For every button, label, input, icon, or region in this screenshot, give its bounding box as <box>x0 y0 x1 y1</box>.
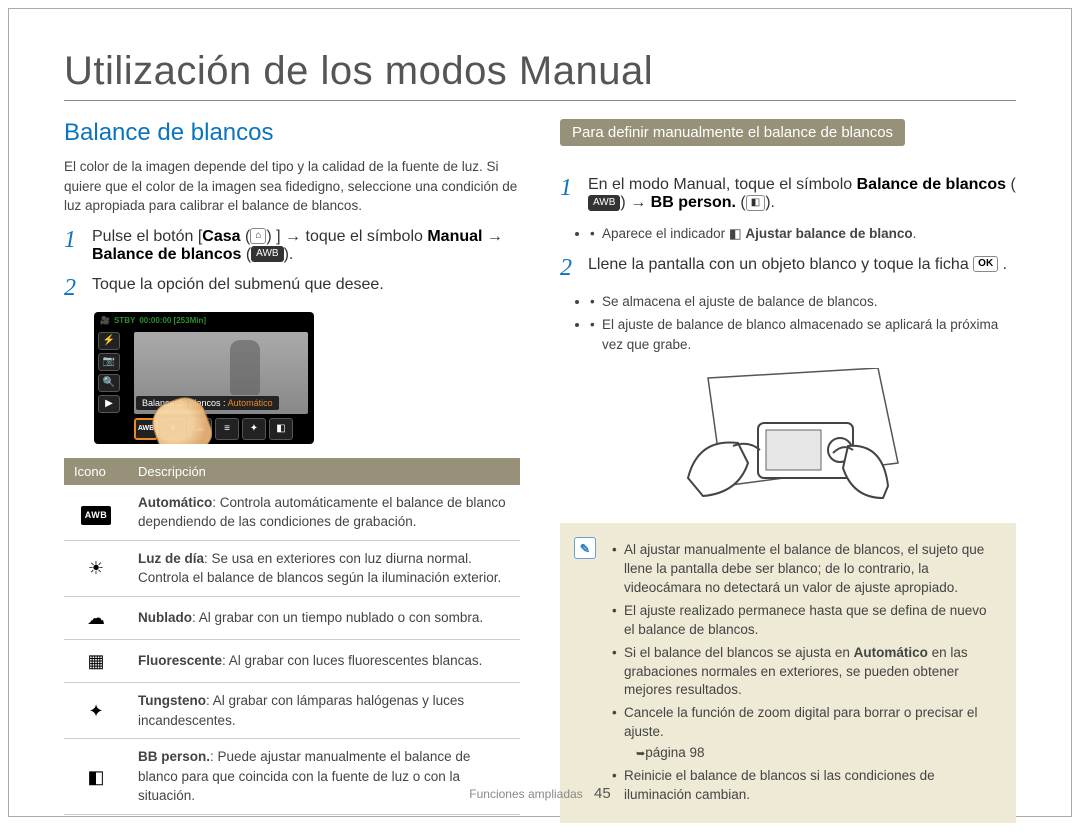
step-number: 1 <box>64 228 82 264</box>
table-row: AWB Automático: Controla automáticamente… <box>64 485 520 541</box>
substep-list: Aparece el indicador ◧ Ajustar balance d… <box>590 224 1016 244</box>
awb-icon: AWB <box>588 195 620 211</box>
lcd-screenshot: 🎥 STBY 00:00:00 [253Min] ⚡ 📷 🔍 ▶ Balance… <box>94 312 314 444</box>
table-row: ▦ Fluorescente: Al grabar con luces fluo… <box>64 640 520 683</box>
lcd-left-toolbar: ⚡ 📷 🔍 ▶ <box>98 332 120 413</box>
custom-wb-icon: ◧ <box>746 195 765 211</box>
intro-paragraph: El color de la imagen depende del tipo y… <box>64 157 520 216</box>
table-row: ☀ Luz de día: Se usa en exteriores con l… <box>64 540 520 596</box>
right-column: Para definir manualmente el balance de b… <box>560 119 1016 823</box>
tungsten-option-icon: ✦ <box>242 418 266 440</box>
manual-page: Utilización de los modos Manual Balance … <box>8 8 1072 817</box>
right-step-1: 1 En el modo Manual, toque el símbolo Ba… <box>560 176 1016 212</box>
tungsten-icon: ✦ <box>64 683 128 739</box>
stby-label: STBY <box>114 316 135 325</box>
custom-wb-icon: ◧ <box>729 226 746 241</box>
silhouette-icon <box>230 340 260 395</box>
page-title: Utilización de los modos Manual <box>64 49 1016 101</box>
cloudy-icon: ☁ <box>64 596 128 639</box>
page-number: 45 <box>594 785 611 802</box>
custom-wb-icon: ◧ <box>64 739 128 815</box>
icon-description-table: Icono Descripción AWB Automático: Contro… <box>64 458 520 815</box>
camera-icon: 📷 <box>98 353 120 371</box>
flash-icon: ⚡ <box>98 332 120 350</box>
subsection-pill: Para definir manualmente el balance de b… <box>560 119 905 146</box>
page-reference: página 98 <box>624 744 998 763</box>
footer-section-label: Funciones ampliadas <box>469 787 582 801</box>
substep: Se almacena el ajuste de balance de blan… <box>590 292 1016 312</box>
lcd-status-bar: 🎥 STBY 00:00:00 [253Min] <box>94 312 314 329</box>
step-body: En el modo Manual, toque el símbolo Bala… <box>588 176 1016 212</box>
note-item: El ajuste realizado permanece hasta que … <box>612 602 998 640</box>
fluorescent-option-icon: ≡ <box>215 418 239 440</box>
step-1: 1 Pulse el botón [Casa (⌂) ] → toque el … <box>64 228 520 264</box>
zoom-icon: 🔍 <box>98 374 120 392</box>
step-number: 1 <box>560 176 578 212</box>
section-heading: Balance de blancos <box>64 119 520 147</box>
hands-holding-camera-illustration <box>648 368 928 513</box>
note-item: Cancele la función de zoom digital para … <box>612 704 998 763</box>
note-list: Al ajustar manualmente el balance de bla… <box>612 541 998 805</box>
step-number: 2 <box>560 256 578 280</box>
step-body: Toque la opción del submenú que desee. <box>92 276 520 300</box>
substep: El ajuste de balance de blanco almacenad… <box>590 315 1016 354</box>
play-icon: ▶ <box>98 395 120 413</box>
right-step-2: 2 Llene la pantalla con un objeto blanco… <box>560 256 1016 280</box>
substep: Aparece el indicador ◧ Ajustar balance d… <box>590 224 1016 244</box>
step-2: 2 Toque la opción del submenú que desee. <box>64 276 520 300</box>
time-label: 00:00:00 [253Min] <box>139 316 206 325</box>
table-row: ✦ Tungsteno: Al grabar con lámparas haló… <box>64 683 520 739</box>
awb-icon: AWB <box>64 485 128 541</box>
step-body: Pulse el botón [Casa (⌂) ] → toque el sí… <box>92 228 520 264</box>
step-body: Llene la pantalla con un objeto blanco y… <box>588 256 1016 280</box>
note-item: Si el balance del blancos se ajusta en A… <box>612 644 998 701</box>
table-row: ◧ BB person.: Puede ajustar manualmente … <box>64 739 520 815</box>
table-row: ☁ Nublado: Al grabar con un tiempo nubla… <box>64 596 520 639</box>
left-column: Balance de blancos El color de la imagen… <box>64 119 520 823</box>
note-box: ✎ Al ajustar manualmente el balance de b… <box>560 523 1016 823</box>
custom-option-icon: ◧ <box>269 418 293 440</box>
ok-button-icon: OK <box>973 256 998 272</box>
movie-icon: 🎥 <box>100 316 110 325</box>
fluorescent-icon: ▦ <box>64 640 128 683</box>
step-number: 2 <box>64 276 82 300</box>
two-column-layout: Balance de blancos El color de la imagen… <box>64 119 1016 823</box>
note-icon: ✎ <box>574 537 596 559</box>
substep-list: Se almacena el ajuste de balance de blan… <box>590 292 1016 355</box>
awb-icon: AWB <box>251 246 283 262</box>
note-item: Al ajustar manualmente el balance de bla… <box>612 541 998 598</box>
table-header-desc: Descripción <box>128 458 520 485</box>
table-header-icon: Icono <box>64 458 128 485</box>
home-icon: ⌂ <box>250 228 266 244</box>
daylight-icon: ☀ <box>64 540 128 596</box>
page-footer: Funciones ampliadas 45 <box>9 785 1071 802</box>
